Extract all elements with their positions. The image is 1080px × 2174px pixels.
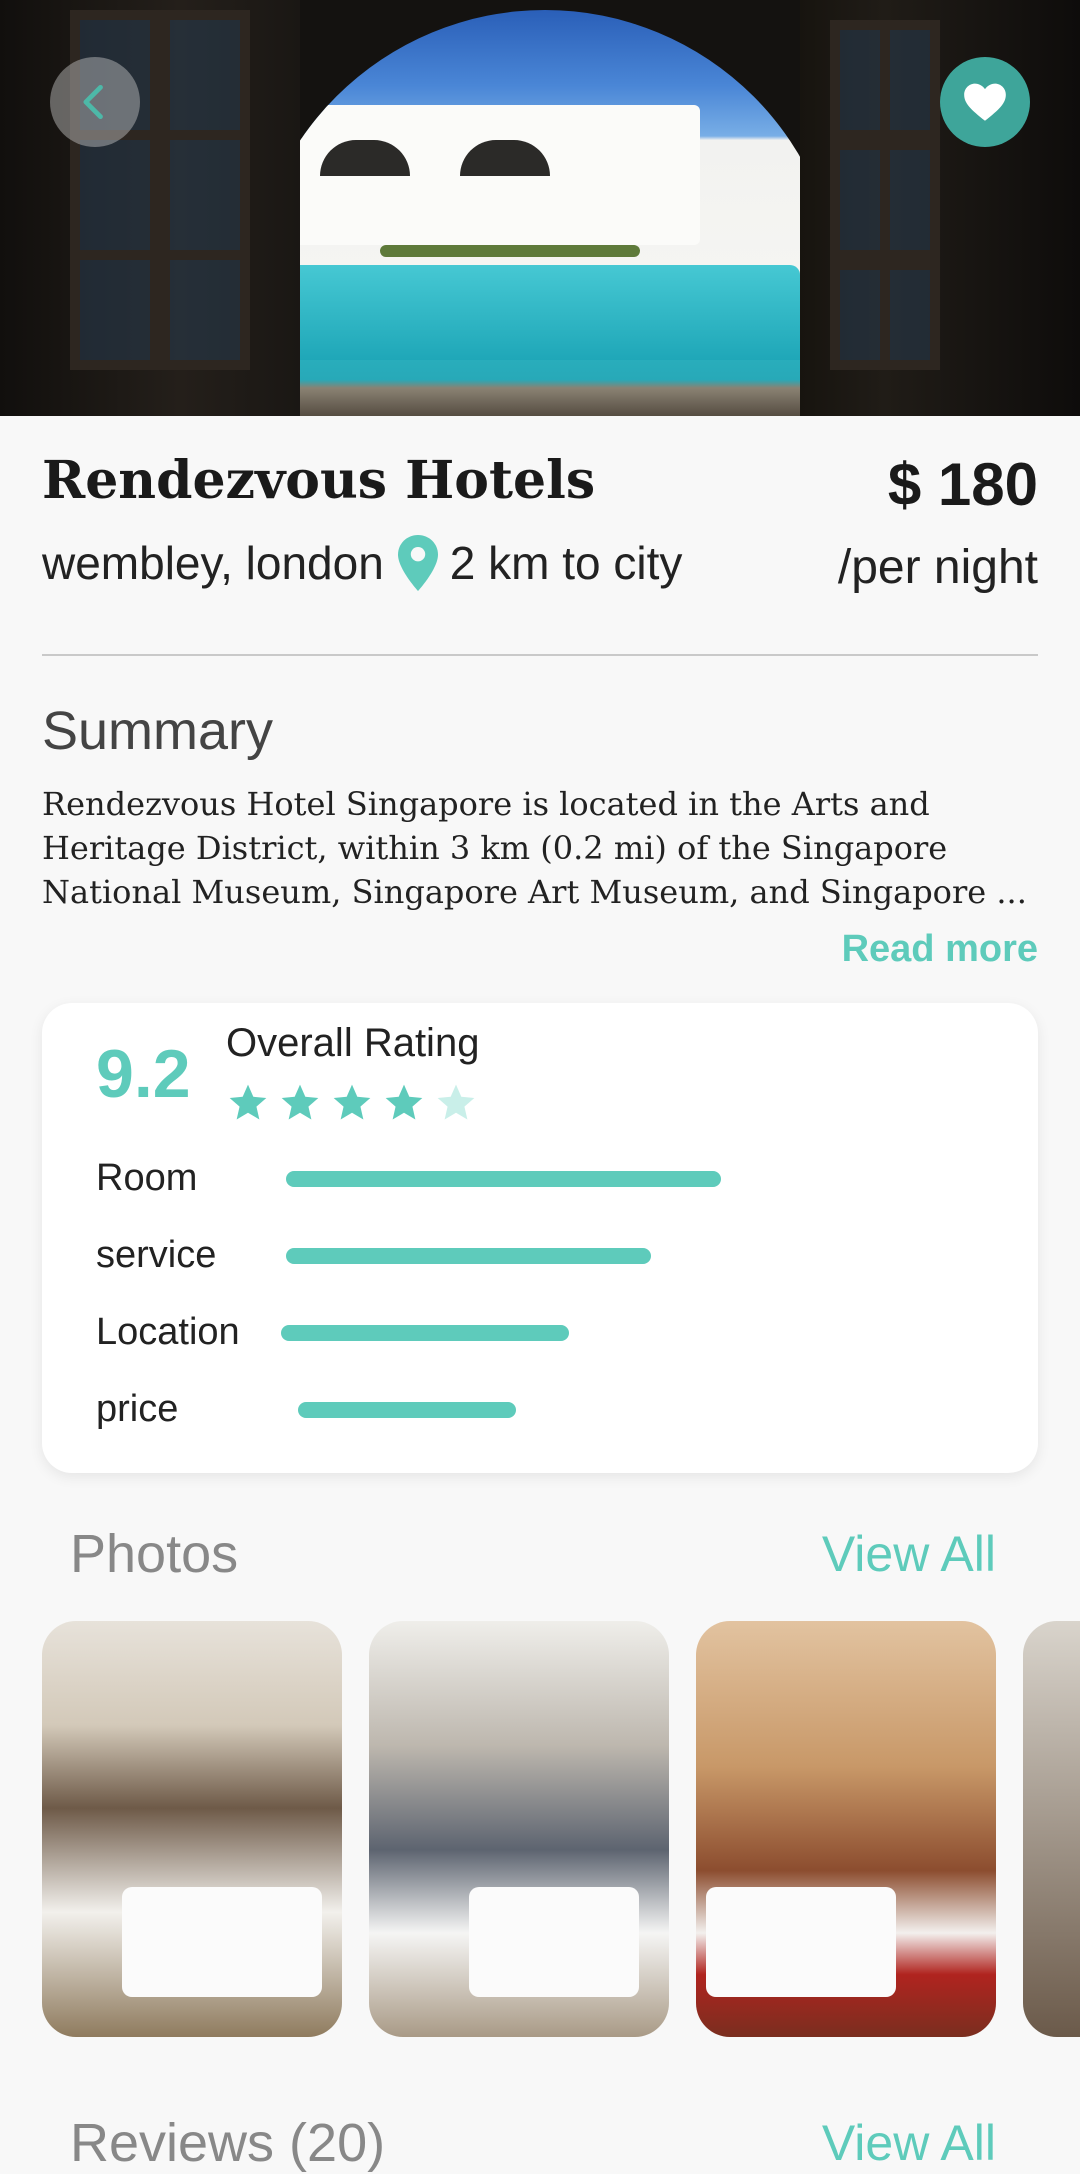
pool-view bbox=[250, 10, 840, 416]
rating-bar-service bbox=[286, 1248, 651, 1264]
hotel-room-photo[interactable] bbox=[42, 1621, 342, 2037]
rating-bar-location bbox=[281, 1325, 569, 1341]
rating-row-room: Room bbox=[96, 1153, 996, 1203]
price-unit: /per night bbox=[837, 541, 1038, 594]
summary-text: Rendezvous Hotel Singapore is located in… bbox=[42, 785, 1027, 911]
rating-row-price: price bbox=[96, 1384, 996, 1434]
star-filled-icon bbox=[229, 1084, 267, 1120]
favorite-button[interactable] bbox=[940, 57, 1030, 147]
star-filled-icon bbox=[281, 1084, 319, 1120]
map-pin-icon bbox=[397, 535, 438, 591]
rating-card: 9.2 Overall Rating Room service Location… bbox=[42, 1003, 1038, 1473]
divider bbox=[42, 654, 1038, 656]
hotel-room-photo[interactable] bbox=[1023, 1621, 1080, 2037]
overall-rating-label: Overall Rating bbox=[226, 1021, 480, 1065]
rating-label: Room bbox=[96, 1157, 198, 1199]
rating-label: service bbox=[96, 1234, 217, 1276]
heart-icon bbox=[964, 83, 1006, 121]
hotel-location: wembley, london bbox=[42, 537, 384, 589]
overall-score: 9.2 bbox=[96, 1036, 191, 1112]
back-button[interactable] bbox=[50, 57, 140, 147]
read-more-link[interactable]: Read more bbox=[842, 928, 1038, 971]
star-filled-icon bbox=[385, 1084, 423, 1120]
rating-bar-room bbox=[286, 1171, 722, 1187]
distance-to-city: 2 km to city bbox=[449, 537, 683, 589]
rating-row-service: service bbox=[96, 1230, 996, 1280]
chevron-left-icon bbox=[83, 84, 103, 120]
photos-title: Photos bbox=[70, 1524, 239, 1584]
reviews-title: Reviews (20) bbox=[70, 2113, 386, 2173]
rating-label: price bbox=[96, 1388, 179, 1430]
photos-view-all-link[interactable]: View All bbox=[822, 1525, 996, 1583]
rating-row-location: Location bbox=[96, 1307, 996, 1357]
star-rating bbox=[226, 1081, 478, 1125]
reviews-view-all-link[interactable]: View All bbox=[822, 2114, 996, 2172]
location-row: wembley, london 2 km to city bbox=[42, 535, 682, 591]
hotel-room-photo[interactable] bbox=[369, 1621, 669, 2037]
hotel-name: Rendezvous Hotels bbox=[42, 450, 596, 511]
hotel-room-photo[interactable] bbox=[696, 1621, 996, 2037]
summary-title: Summary bbox=[42, 701, 274, 761]
rating-label: Location bbox=[96, 1311, 240, 1353]
hotel-price: $ 180 bbox=[887, 451, 1038, 518]
rating-bar-price bbox=[298, 1402, 516, 1418]
star-empty-icon bbox=[437, 1084, 475, 1120]
hotel-hero-image bbox=[0, 0, 1080, 416]
star-filled-icon bbox=[333, 1084, 371, 1120]
